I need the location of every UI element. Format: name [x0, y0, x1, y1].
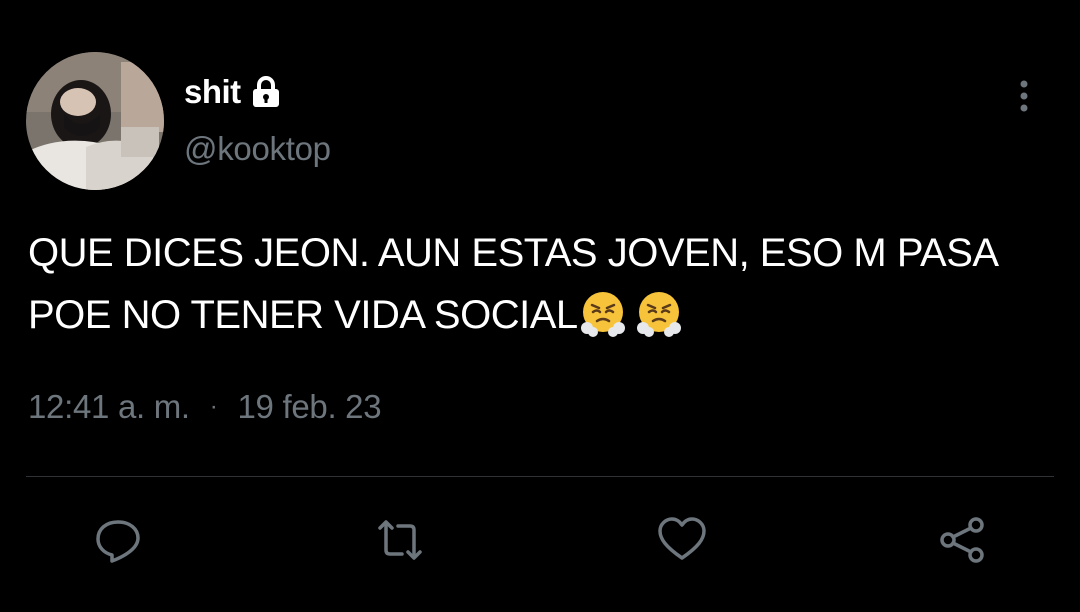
- display-name[interactable]: shit: [184, 73, 241, 111]
- tweet-time[interactable]: 12:41 a. m.: [28, 388, 190, 426]
- steam-face-emoji-icon: [578, 288, 628, 338]
- tweet-text: QUE DICES JEON. AUN ESTAS JOVEN, ESO M P…: [28, 222, 1068, 346]
- reply-button[interactable]: [90, 512, 146, 568]
- divider: [26, 476, 1054, 477]
- steam-face-emoji-icon: [634, 288, 684, 338]
- more-vertical-icon[interactable]: [1006, 76, 1042, 116]
- lock-icon: [249, 75, 283, 109]
- like-button[interactable]: [654, 512, 710, 568]
- avatar[interactable]: [26, 52, 164, 190]
- heart-icon: [658, 517, 706, 560]
- reply-icon: [96, 520, 140, 563]
- share-icon: [940, 517, 984, 563]
- retweet-button[interactable]: [372, 512, 428, 568]
- tweet-timestamp[interactable]: 12:41 a. m. · 19 feb. 23: [28, 388, 382, 426]
- user-handle[interactable]: @kooktop: [184, 130, 331, 168]
- user-name-row[interactable]: shit: [184, 70, 283, 114]
- tweet-text-content: QUE DICES JEON. AUN ESTAS JOVEN, ESO M P…: [28, 231, 1007, 337]
- retweet-icon: [378, 520, 422, 560]
- tweet-date[interactable]: 19 feb. 23: [238, 388, 382, 426]
- timestamp-separator: ·: [209, 393, 218, 420]
- share-button[interactable]: [934, 512, 990, 568]
